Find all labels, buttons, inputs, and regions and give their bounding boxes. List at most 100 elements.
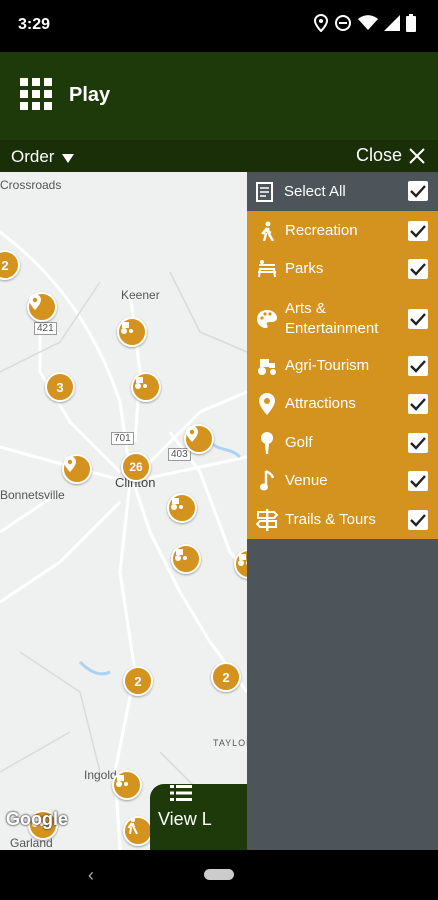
map-label-taylor: TAYLOR	[213, 738, 247, 748]
hiker-icon	[254, 218, 280, 244]
map-label-keener: Keener	[121, 288, 160, 302]
map-agri-marker[interactable]	[171, 544, 201, 574]
checkmark-icon	[410, 225, 426, 238]
map-cluster-marker[interactable]: 2	[123, 666, 153, 696]
checkmark-icon	[410, 398, 426, 411]
category-checkbox[interactable]	[408, 221, 428, 241]
checkmark-icon	[410, 437, 426, 450]
tractor-icon	[135, 377, 147, 389]
map-agri-marker[interactable]	[167, 493, 197, 523]
system-nav-bar: ‹	[0, 850, 438, 900]
map-cluster-marker[interactable]: 26	[121, 452, 151, 482]
pin-icon	[64, 456, 76, 472]
map-agri-marker[interactable]	[117, 317, 147, 347]
location-pin-icon	[254, 391, 280, 417]
category-label: Recreation	[285, 222, 358, 239]
checkmark-icon	[410, 475, 426, 488]
category-checkbox[interactable]	[408, 433, 428, 453]
category-label: Parks	[285, 260, 324, 277]
category-row-arts-entertainment[interactable]: Arts & Entertainment	[247, 297, 438, 341]
select-all-label: Select All	[284, 183, 346, 200]
category-row-parks[interactable]: Parks	[247, 254, 438, 284]
map-agri-marker[interactable]	[112, 770, 142, 800]
map-roads	[0, 230, 247, 850]
music-note-icon	[254, 468, 280, 494]
tractor-icon	[238, 554, 247, 566]
map-cluster-marker[interactable]: 3	[45, 372, 75, 402]
category-label: Trails & Tours	[285, 511, 376, 528]
category-row-attractions[interactable]: Attractions	[247, 389, 438, 419]
category-row-trails-tours[interactable]: Trails & Tours	[247, 505, 438, 535]
category-checkbox[interactable]	[408, 259, 428, 279]
map-pin-marker[interactable]	[27, 292, 57, 322]
map-pin-marker[interactable]	[62, 454, 92, 484]
tractor-icon	[116, 775, 128, 787]
golf-tee-icon	[254, 430, 280, 456]
category-checkbox[interactable]	[408, 471, 428, 491]
checkmark-icon	[410, 185, 426, 198]
category-list: Recreation Parks Arts & Entertainment Ag…	[247, 211, 438, 539]
map-recreation-marker[interactable]	[123, 816, 153, 846]
select-all-list-icon	[256, 181, 273, 202]
home-pill-icon[interactable]	[204, 869, 234, 880]
checkmark-icon	[410, 514, 426, 527]
status-icons	[314, 14, 416, 32]
map-pin-marker[interactable]	[184, 424, 214, 454]
filter-panel: Select All Recreation Parks Arts & Enter…	[247, 172, 438, 850]
map-agri-marker[interactable]	[131, 372, 161, 402]
dropdown-triangle-icon	[62, 153, 75, 163]
status-time: 3:29	[18, 16, 51, 33]
signpost-icon	[254, 507, 280, 533]
signal-icon	[384, 15, 400, 31]
close-icon	[409, 147, 425, 164]
bench-icon	[254, 256, 280, 282]
category-row-venue[interactable]: Venue	[247, 466, 438, 496]
back-nav-icon[interactable]: ‹	[88, 865, 94, 886]
category-label: Attractions	[285, 395, 356, 412]
order-label: Order	[11, 147, 55, 166]
sub-bar: Order Close	[0, 140, 438, 172]
category-label: Agri-Tourism	[285, 357, 370, 374]
app-bar: Play	[0, 52, 438, 140]
tractor-icon	[254, 353, 280, 379]
hiker-icon	[127, 818, 138, 834]
category-label: Venue	[285, 472, 328, 489]
map-label-crossroads: Crossroads	[0, 178, 62, 192]
pin-icon	[29, 294, 41, 310]
category-label: Golf	[285, 434, 313, 451]
view-list-button[interactable]: View L	[150, 784, 247, 850]
order-dropdown[interactable]: Order	[11, 147, 75, 167]
location-icon	[314, 14, 328, 32]
list-icon	[170, 785, 192, 801]
palette-icon	[254, 306, 280, 332]
map-label-bonnetsville: Bonnetsville	[0, 488, 65, 502]
checkmark-icon	[410, 263, 426, 276]
tractor-icon	[175, 549, 187, 561]
map-label-route-701: 701	[111, 432, 134, 445]
tractor-icon	[121, 322, 133, 334]
battery-icon	[406, 14, 416, 32]
category-checkbox[interactable]	[408, 356, 428, 376]
select-all-row[interactable]: Select All	[247, 172, 438, 211]
page-title: Play	[69, 84, 111, 106]
category-row-agri-tourism[interactable]: Agri-Tourism	[247, 351, 438, 381]
map-cluster-marker[interactable]: 2	[211, 662, 241, 692]
category-row-recreation[interactable]: Recreation	[247, 216, 438, 246]
checkmark-icon	[410, 360, 426, 373]
select-all-checkbox[interactable]	[408, 181, 428, 201]
category-label: Arts & Entertainment	[285, 300, 379, 337]
close-button[interactable]: Close	[356, 145, 426, 166]
map-label-route-421: 421	[34, 322, 57, 335]
wifi-icon	[358, 15, 378, 30]
menu-grid-icon[interactable]	[20, 78, 52, 110]
category-checkbox[interactable]	[408, 309, 428, 329]
category-checkbox[interactable]	[408, 394, 428, 414]
category-row-golf[interactable]: Golf	[247, 428, 438, 458]
tractor-icon	[171, 498, 183, 510]
pin-icon	[186, 426, 198, 442]
close-label: Close	[355, 145, 402, 165]
category-checkbox[interactable]	[408, 510, 428, 530]
map-view[interactable]: Crossroads Keener 421 701 403 Clinton Bo…	[0, 172, 247, 850]
google-attribution: Google	[6, 809, 68, 829]
view-list-label: View L	[158, 808, 212, 829]
